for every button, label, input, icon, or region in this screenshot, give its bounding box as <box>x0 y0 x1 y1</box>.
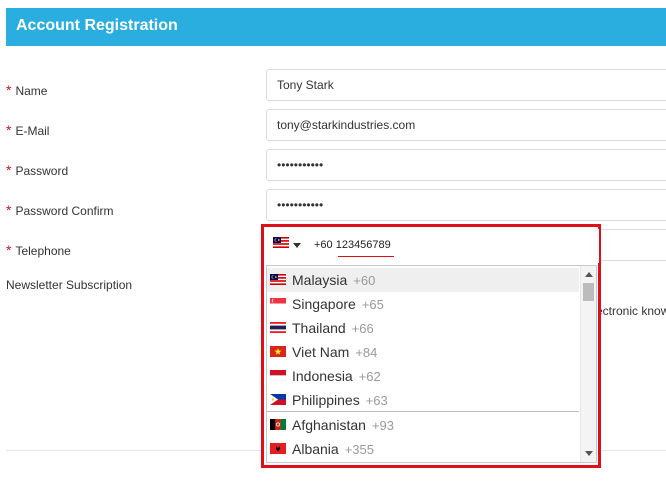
password-confirm-label: * Password Confirm <box>6 202 114 218</box>
dial-code: +355 <box>344 442 374 457</box>
name-label: * Name <box>6 82 48 98</box>
scroll-down-arrow-icon[interactable] <box>585 451 593 456</box>
form-divider <box>6 450 262 451</box>
required-mark: * <box>6 242 12 258</box>
country-option-afghanistan[interactable]: Afghanistan +93 <box>267 413 579 437</box>
dial-code: +93 <box>371 418 395 433</box>
email-label: * E-Mail <box>6 122 50 138</box>
dial-code: +63 <box>365 393 388 408</box>
email-input[interactable]: tony@starkindustries.com <box>266 109 666 141</box>
country-option-vietnam[interactable]: Viet Nam +84 <box>267 340 579 364</box>
scrollbar-thumb[interactable] <box>583 283 594 301</box>
password-confirm-input[interactable]: ••••••••••• <box>266 189 666 221</box>
telephone-label: * Telephone <box>6 242 71 258</box>
form-divider <box>602 450 666 451</box>
country-option-indonesia[interactable]: Indonesia +62 <box>267 364 579 388</box>
country-name: Viet Nam <box>292 344 350 360</box>
singapore-flag-icon <box>270 298 286 309</box>
afghanistan-flag-icon <box>270 419 286 430</box>
telephone-field[interactable]: +60 123456789 <box>266 229 599 263</box>
country-option-singapore[interactable]: Singapore +65 <box>267 292 579 316</box>
spellcheck-underline <box>338 256 394 257</box>
required-mark: * <box>6 82 12 98</box>
country-name: Albania <box>292 441 339 457</box>
required-mark: * <box>6 202 12 218</box>
required-mark: * <box>6 122 12 138</box>
country-name: Singapore <box>292 296 356 312</box>
phone-picker-highlight: +60 123456789 Malaysia +60 Singapore +65… <box>261 224 601 468</box>
indonesia-flag-icon <box>270 370 286 381</box>
country-option-malaysia[interactable]: Malaysia +60 <box>267 268 579 292</box>
chevron-down-icon[interactable] <box>293 243 301 248</box>
dropdown-scrollbar[interactable] <box>580 266 596 462</box>
country-option-philippines[interactable]: Philippines +63 <box>267 388 579 412</box>
country-name: Malaysia <box>292 272 348 288</box>
country-name: Afghanistan <box>292 417 366 433</box>
malaysia-flag-icon[interactable] <box>273 237 289 248</box>
required-mark: * <box>6 162 12 178</box>
telephone-input[interactable]: +60 123456789 <box>314 239 391 251</box>
country-option-albania[interactable]: Albania +355 <box>267 437 579 461</box>
thailand-flag-icon <box>270 322 286 333</box>
vietnam-flag-icon <box>270 346 286 357</box>
country-name: Thailand <box>292 320 346 336</box>
dial-code: +65 <box>361 297 384 312</box>
password-label: * Password <box>6 162 69 178</box>
malaysia-flag-icon <box>270 274 286 285</box>
dial-code: +62 <box>358 369 381 384</box>
country-dropdown[interactable]: Malaysia +60 Singapore +65 Thailand +66 … <box>266 265 597 463</box>
dial-code: +60 <box>353 273 376 288</box>
newsletter-description: ectronic know <box>596 304 666 318</box>
name-input[interactable]: Tony Stark <box>266 69 666 101</box>
dial-code: +84 <box>355 345 378 360</box>
albania-flag-icon <box>270 443 286 454</box>
philippines-flag-icon <box>270 394 286 405</box>
page-title: Account Registration <box>16 17 178 34</box>
scroll-up-arrow-icon[interactable] <box>585 272 593 277</box>
newsletter-label: Newsletter Subscription <box>6 278 133 292</box>
preferred-countries-divider <box>267 411 579 412</box>
registration-header: Account Registration <box>6 8 666 46</box>
password-input[interactable]: ••••••••••• <box>266 149 666 181</box>
country-name: Philippines <box>292 392 360 408</box>
country-name: Indonesia <box>292 368 353 384</box>
country-option-thailand[interactable]: Thailand +66 <box>267 316 579 340</box>
dial-code: +66 <box>351 321 374 336</box>
